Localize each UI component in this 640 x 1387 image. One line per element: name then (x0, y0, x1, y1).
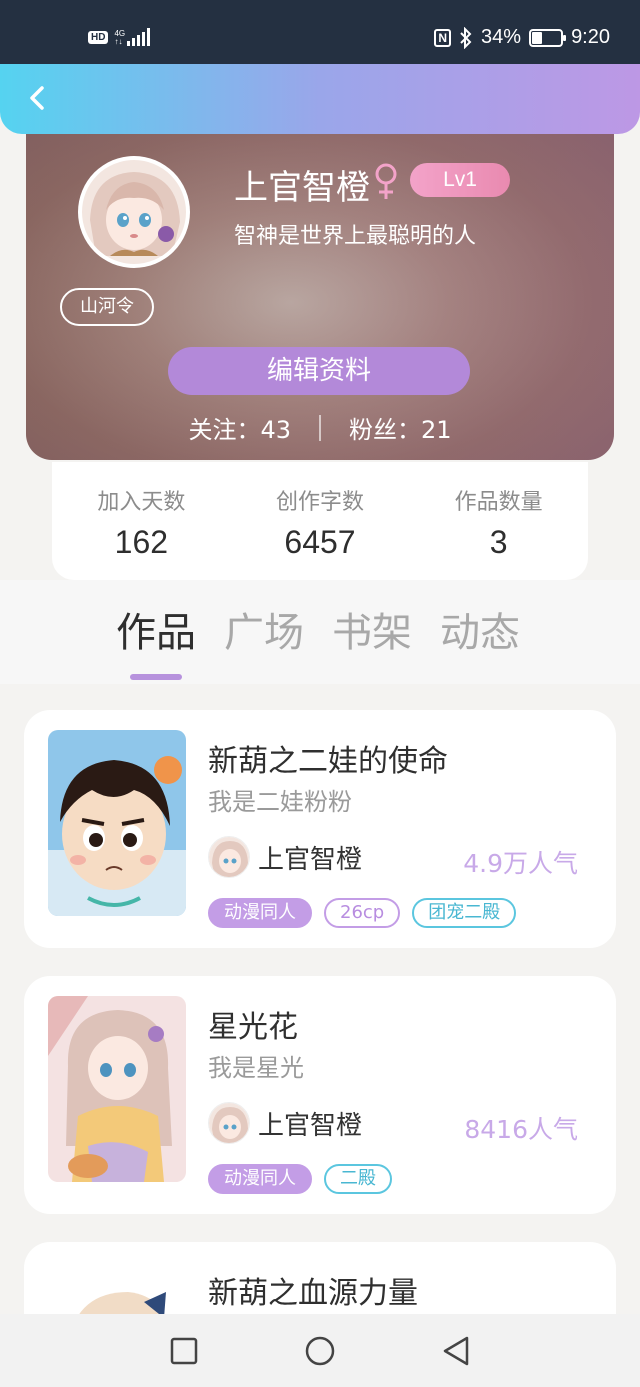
tab-bookshelf[interactable]: 书架 (332, 600, 412, 658)
stat-word-count: 创作字数 6457 (231, 462, 410, 580)
following-value: 43 (260, 416, 291, 444)
tag[interactable]: 动漫同人 (208, 1164, 312, 1194)
tag-list: 动漫同人 二殿 (208, 1164, 392, 1194)
square-icon[interactable] (161, 1328, 207, 1374)
stat-label: 作品数量 (454, 490, 543, 515)
user-name: 上官智橙 (234, 168, 370, 208)
stat-value: 162 (114, 524, 169, 560)
title-badge[interactable]: 山河令 (60, 288, 154, 326)
tab-square[interactable]: 广场 (224, 600, 304, 658)
work-cover (48, 730, 186, 916)
tag-list: 动漫同人 26cp 团宠二殿 (208, 898, 517, 928)
work-title: 新葫之血源力量 (208, 1276, 418, 1311)
work-author[interactable]: 上官智橙 (208, 1102, 362, 1144)
work-title: 新葫之二娃的使命 (208, 744, 448, 779)
tab-works[interactable]: 作品 (116, 600, 196, 680)
avatar[interactable] (78, 156, 190, 268)
hd-icon: HD (88, 30, 109, 44)
battery-icon (529, 28, 567, 47)
stats-card: 加入天数 162 创作字数 6457 作品数量 3 (52, 462, 588, 580)
work-card[interactable]: 新葫之二娃的使命 我是二娃粉粉 上官智橙 4.9万人气 动漫同人 26cp 团宠… (24, 710, 616, 948)
stat-value: 3 (489, 524, 508, 560)
stat-value: 6457 (284, 524, 356, 560)
triangle-back-icon[interactable] (433, 1328, 479, 1374)
work-subtitle: 我是二娃粉粉 (208, 788, 352, 816)
author-name: 上官智橙 (258, 844, 363, 875)
popularity: 4.9万人气 (463, 849, 578, 878)
battery-percent: 34% (481, 26, 522, 48)
edit-profile-button[interactable]: 编辑资料 (168, 347, 470, 395)
tag[interactable]: 26cp (324, 898, 401, 928)
status-right: N 34% 9:20 (434, 26, 610, 49)
bluetooth-icon (460, 26, 472, 49)
stat-label: 加入天数 (97, 490, 186, 515)
chevron-left-icon[interactable] (18, 78, 58, 118)
clock: 9:20 (571, 26, 610, 48)
nfc-icon: N (434, 28, 452, 47)
circle-icon[interactable] (297, 1328, 343, 1374)
stat-works-count: 作品数量 3 (409, 462, 588, 580)
tab-feed[interactable]: 动态 (440, 600, 520, 658)
work-cover (48, 996, 186, 1182)
level-badge: Lv1 (410, 163, 510, 197)
stat-join-days: 加入天数 162 (52, 462, 231, 580)
work-subtitle: 我是星光 (208, 1054, 304, 1082)
user-motto: 智神是世界上最聪明的人 (234, 224, 477, 249)
system-nav-bar (0, 1314, 640, 1387)
divider (319, 414, 321, 441)
author-avatar (208, 836, 250, 878)
fans-count[interactable]: 粉丝：21 (349, 410, 452, 445)
fans-value: 21 (421, 416, 452, 444)
tab-bar: 作品 广场 书架 动态 (0, 580, 640, 684)
follow-stats: 关注：43 粉丝：21 (26, 410, 614, 445)
tag[interactable]: 二殿 (324, 1164, 392, 1194)
author-name: 上官智橙 (258, 1110, 363, 1141)
top-bar (0, 64, 640, 134)
work-author[interactable]: 上官智橙 (208, 836, 362, 878)
stat-label: 创作字数 (276, 490, 365, 515)
tag[interactable]: 团宠二殿 (412, 898, 517, 928)
author-avatar (208, 1102, 250, 1144)
work-card[interactable]: 星光花 我是星光 上官智橙 8416人气 动漫同人 二殿 (24, 976, 616, 1214)
signal-icon: 4G ↑↓ (114, 28, 151, 46)
tag[interactable]: 动漫同人 (208, 898, 312, 928)
status-bar: HD 4G ↑↓ N 34% 9:20 (0, 0, 640, 64)
fans-label: 粉丝： (349, 416, 421, 444)
female-icon (375, 163, 397, 199)
profile-card: 山河令 上官智橙 Lv1 智神是世界上最聪明的人 编辑资料 关注：43 粉丝：2… (26, 110, 614, 460)
following-label: 关注： (188, 416, 261, 444)
avatar-image (82, 160, 186, 264)
status-left: HD 4G ↑↓ (88, 28, 151, 46)
work-title: 星光花 (208, 1010, 298, 1045)
popularity: 8416人气 (464, 1115, 578, 1144)
following-count[interactable]: 关注：43 (188, 410, 291, 445)
